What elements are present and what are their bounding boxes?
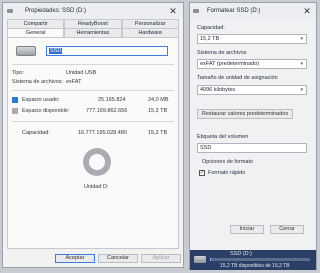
drive-status-item[interactable]: SSD (D:) 15,2 TB disponibles de 15,2 TB [190,250,316,270]
chevron-down-icon: ▾ [300,61,303,67]
filesystem-label: Sistema de archivos [197,50,247,56]
capacity-bytes: 16.777.195.028.480 [78,130,127,136]
allocation-select[interactable]: 4096 kilobytes ▾ [197,85,307,95]
tab-personalizar[interactable]: Personalizar [121,19,179,28]
format-window: Formatear SSD (D:) ✕ Capacidad: 15,2 TB … [189,2,317,270]
free-space-label: Espacio disponible: [22,108,70,114]
free-space-human: 15,2 TB [148,108,168,114]
tab-hardware[interactable]: Hardware [121,28,179,37]
drive-icon [7,9,13,13]
quick-format-label: Formato rápido [208,170,246,176]
restore-defaults-button[interactable]: Restaurar valores predeterminados [197,109,293,119]
drive-usage-bar [210,258,310,261]
disk-usage-donut [83,148,111,176]
capacity-value: 15,2 TB [200,36,220,42]
filesystem-label: Sistema de archivos: [12,79,64,85]
free-space-swatch [12,108,18,114]
allocation-value: 4096 kilobytes [200,87,236,93]
close-button[interactable]: Cerrar [270,225,304,234]
drive-icon [193,9,199,13]
tab-readyboost[interactable]: ReadyBoost [64,19,122,28]
divider [12,121,174,122]
tab-herramientas[interactable]: Herramientas [64,28,122,37]
format-titlebar: Formatear SSD (D:) ✕ [190,3,316,19]
drive-icon [194,256,206,263]
tab-row-2: General Herramientas Hardware [7,28,179,37]
used-space-label: Espacio usado: [22,97,60,103]
free-space-bytes: 777.169.862.656 [86,108,128,114]
allocation-label: Tamaño de unidad de asignación [197,75,278,81]
capacity-select[interactable]: 15,2 TB ▾ [197,34,307,44]
used-space-human: 24,0 MB [148,97,169,103]
properties-title: Propiedades: SSD (D:) [25,8,87,14]
drive-icon-large [16,46,36,56]
volume-label-label: Etiqueta del volumen [197,134,249,140]
drive-letter-label: Unidad D: [84,184,109,190]
drive-free-text: 15,2 TB disponibles de 15,2 TB [220,263,290,269]
close-icon[interactable]: ✕ [301,5,313,17]
divider [12,64,174,65]
divider [12,90,174,91]
filesystem-value: exFAT (predeterminado) [200,61,260,67]
properties-window: Propiedades: SSD (D:) ✕ Compartir ReadyB… [2,2,184,268]
start-button[interactable]: Iniciar [230,225,264,234]
quick-format-checkbox[interactable]: ✓ [199,170,205,176]
properties-titlebar: Propiedades: SSD (D:) ✕ [3,3,183,19]
ok-button[interactable]: Aceptar [55,254,95,263]
filesystem-select[interactable]: exFAT (predeterminado) ▾ [197,59,307,69]
used-space-swatch [12,97,18,103]
general-panel: SSD Tipo: Unidad USB Sistema de archivos… [7,37,179,249]
capacity-human: 15,2 TB [148,130,168,136]
chevron-down-icon: ▾ [300,36,303,42]
type-label: Tipo: [12,70,25,76]
capacity-label: Capacidad: [197,25,225,31]
filesystem-value: exFAT [66,79,82,85]
type-value: Unidad USB [66,70,97,76]
close-icon[interactable]: ✕ [167,5,179,17]
volume-name-text: SSD [49,48,63,54]
chevron-down-icon: ▾ [300,87,303,93]
tab-compartir[interactable]: Compartir [7,19,65,28]
apply-button[interactable]: Aplicar [141,254,181,263]
capacity-label: Capacidad: [22,130,50,136]
volume-label-input[interactable]: SSD [197,143,307,153]
volume-name-input[interactable]: SSD [46,46,168,56]
cancel-button[interactable]: Cancelar [98,254,138,263]
format-title: Formatear SSD (D:) [207,8,261,14]
tab-general[interactable]: General [7,28,65,37]
drive-name: SSD (D:) [230,251,252,257]
tab-row-1: Compartir ReadyBoost Personalizar [7,19,179,28]
used-space-bytes: 25.165.824 [98,97,126,103]
format-options-label: Opciones de formato [202,159,254,165]
